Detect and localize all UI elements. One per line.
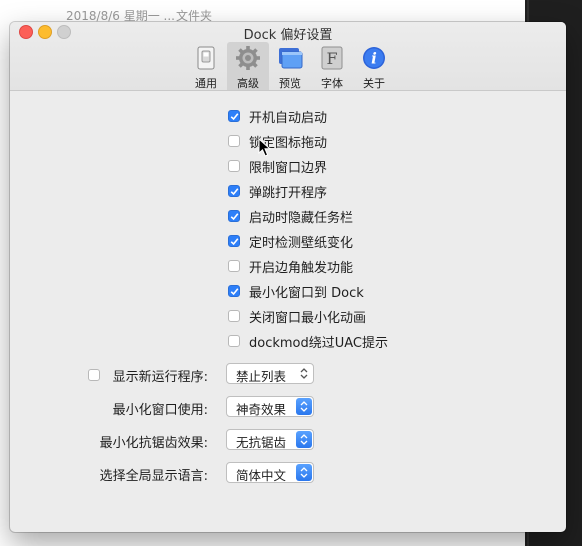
option-label: 定时检测壁纸变化 <box>249 236 354 251</box>
checkbox[interactable] <box>228 235 240 247</box>
tab-general[interactable]: 通用 <box>185 42 227 90</box>
tab-preview[interactable]: 预览 <box>269 42 311 90</box>
checkmark-icon <box>230 238 239 246</box>
language-popup[interactable]: 简体中文 <box>226 462 314 483</box>
tab-label: 预览 <box>279 77 301 90</box>
chevron-updown-icon <box>300 368 308 379</box>
checkbox[interactable] <box>228 185 240 197</box>
popup-stepper <box>296 365 312 382</box>
tab-label: 字体 <box>321 77 343 90</box>
popup-value: 禁止列表 <box>236 369 287 384</box>
popup-value: 无抗锯齿 <box>236 435 287 450</box>
popup-stepper <box>296 398 312 415</box>
svg-text:i: i <box>371 50 377 68</box>
checkbox[interactable] <box>228 135 240 147</box>
tab-label: 通用 <box>195 77 217 90</box>
svg-text:F: F <box>326 49 337 68</box>
font-icon: F <box>321 46 343 70</box>
popup-value: 简体中文 <box>236 468 287 483</box>
option-label: dockmod绕过UAC提示 <box>249 336 389 351</box>
window-preview-icon <box>279 48 303 69</box>
popup-stepper <box>296 431 312 448</box>
option-label: 关闭窗口最小化动画 <box>249 311 367 326</box>
setting-label: 选择全局显示语言: <box>99 469 208 484</box>
tab-label: 关于 <box>363 77 385 90</box>
checkbox[interactable] <box>228 210 240 222</box>
mouse-pointer-icon <box>258 138 272 157</box>
checkbox[interactable] <box>228 285 240 297</box>
chevron-updown-icon <box>300 401 308 412</box>
tab-advanced[interactable]: 高级 <box>227 42 269 90</box>
checkbox[interactable] <box>228 110 240 122</box>
tab-font[interactable]: F 字体 <box>311 42 353 90</box>
option-label: 开启边角触发功能 <box>249 261 354 276</box>
setting-label: 最小化窗口使用: <box>112 403 208 418</box>
popup-stepper <box>296 464 312 481</box>
popup-value: 神奇效果 <box>236 402 287 417</box>
gear-icon <box>236 46 260 70</box>
setting-label: 显示新运行程序: <box>112 370 208 385</box>
chevron-updown-icon <box>300 434 308 445</box>
option-label: 启动时隐藏任务栏 <box>249 211 354 226</box>
checkmark-icon <box>230 288 239 296</box>
checkbox[interactable] <box>228 310 240 322</box>
titlebar: Dock 偏好设置 通用 高级 预览 F 字体 i 关于 <box>10 22 566 91</box>
checkbox[interactable] <box>228 160 240 172</box>
checkbox[interactable] <box>228 260 240 272</box>
minimize-effect-popup[interactable]: 神奇效果 <box>226 396 314 417</box>
dock-preferences-window: Dock 偏好设置 通用 高级 预览 F 字体 i 关于 开机自动启动 锁定图标… <box>10 22 566 532</box>
checkmark-icon <box>230 213 239 221</box>
option-label: 最小化窗口到 Dock <box>249 286 364 301</box>
option-label: 限制窗口边界 <box>249 161 328 176</box>
option-label: 开机自动启动 <box>249 111 328 126</box>
info-icon: i <box>363 47 385 69</box>
tab-about[interactable]: i 关于 <box>353 42 395 90</box>
window-title: Dock 偏好设置 <box>243 28 333 43</box>
checkbox[interactable] <box>228 335 240 347</box>
show-new-apps-popup[interactable]: 禁止列表 <box>226 363 314 384</box>
antialias-popup[interactable]: 无抗锯齿 <box>226 429 314 450</box>
setting-label: 最小化抗锯齿效果: <box>99 436 208 451</box>
tab-label: 高级 <box>237 77 259 90</box>
option-label: 弹跳打开程序 <box>249 186 328 201</box>
checkmark-icon <box>230 188 239 196</box>
switch-icon <box>197 46 215 70</box>
chevron-updown-icon <box>300 467 308 478</box>
checkmark-icon <box>230 113 239 121</box>
